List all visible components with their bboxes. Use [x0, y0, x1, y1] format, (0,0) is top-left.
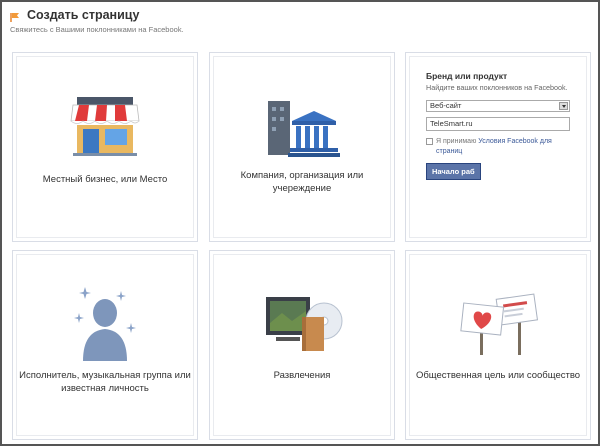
page-subtitle: Свяжитесь с Вашими поклонниками на Faceb… [10, 25, 184, 34]
person-sparkle-icon [71, 283, 143, 368]
storefront-icon [69, 95, 141, 162]
page-header: Создать страницу Свяжитесь с Вашими покл… [10, 8, 184, 34]
page-title: Создать страницу [27, 8, 140, 22]
card-entertainment[interactable]: Развлечения [209, 250, 395, 440]
category-select[interactable]: Веб-сайт [426, 100, 570, 112]
card-label: Общественная цель или сообщество [415, 370, 581, 381]
category-select-value: Веб-сайт [430, 101, 462, 110]
create-page-window: Создать страницу Свяжитесь с Вашими покл… [0, 0, 600, 446]
card-label: Развлечения [273, 370, 331, 381]
card-label: Исполнитель, музыкальная группа или изве… [19, 370, 191, 394]
tv-disc-icon [262, 293, 344, 360]
card-label: Местный бизнес, или Место [42, 174, 168, 185]
card-cause[interactable]: Общественная цель или сообщество [405, 250, 591, 440]
terms-checkbox[interactable] [426, 138, 433, 145]
brand-form-subtitle: Найдите ваших поклонников на Facebook. [426, 83, 568, 92]
flag-icon [10, 10, 21, 22]
card-company[interactable]: Компания, организация или учереждение [209, 52, 395, 242]
signs-heart-icon [458, 291, 542, 362]
brand-form-title: Бренд или продукт [426, 71, 508, 81]
terms-prefix: Я принимаю [436, 138, 477, 145]
brand-form: Бренд или продукт Найдите ваших поклонни… [426, 71, 576, 180]
buildings-icon [264, 101, 340, 164]
card-artist[interactable]: Исполнитель, музыкальная группа или изве… [12, 250, 198, 440]
brand-name-input[interactable]: TeleSmart.ru [426, 117, 570, 131]
card-local-business[interactable]: Местный бизнес, или Место [12, 52, 198, 242]
terms-agreement: Я принимаю Условия Facebook для страниц [426, 137, 576, 157]
chevron-down-icon[interactable] [559, 102, 568, 110]
card-brand-product[interactable]: Бренд или продукт Найдите ваших поклонни… [405, 52, 591, 242]
card-label: Компания, организация или учереждение [240, 170, 364, 194]
start-button[interactable]: Начало раб [426, 163, 481, 180]
